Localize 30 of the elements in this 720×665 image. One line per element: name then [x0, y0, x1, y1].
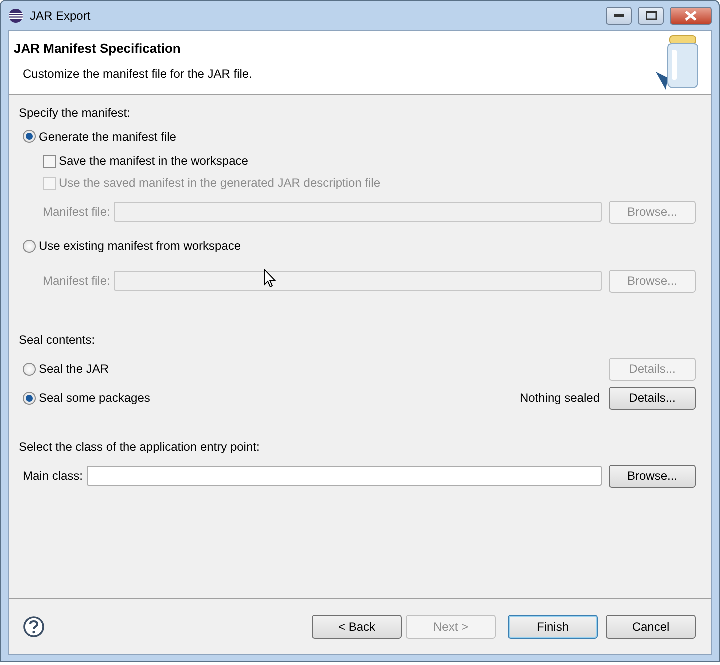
radio-button[interactable]: Seal some packages [23, 389, 150, 407]
checkbox[interactable]: Save the manifest in the workspace [43, 152, 248, 170]
radio-button[interactable]: Use existing manifest from workspace [23, 237, 242, 255]
minimize-icon [614, 14, 624, 18]
app-icon [8, 8, 24, 24]
dialog-button[interactable]: Cancel [606, 614, 696, 638]
page-title: JAR Manifest Specification [14, 40, 182, 58]
main-class-field[interactable] [87, 466, 602, 486]
dialog-button[interactable]: Finish [508, 614, 598, 638]
help-icon[interactable] [23, 616, 45, 638]
dialog-button[interactable]: < Back [312, 614, 402, 638]
maximize-icon [646, 11, 656, 20]
section-label: Select the class of the application entry point: [19, 439, 260, 456]
browse-button[interactable]: Browse... [609, 464, 696, 488]
field-label: Main class: [23, 468, 84, 485]
mouse-cursor-icon [264, 269, 276, 288]
radio-button[interactable]: Generate the manifest file [23, 128, 176, 146]
window-title: JAR Export [30, 8, 91, 24]
details-button[interactable]: Details... [609, 386, 696, 410]
section-label: Specify the manifest: [19, 105, 130, 122]
maximize-button[interactable] [638, 6, 664, 24]
minimize-button[interactable] [606, 6, 632, 24]
field-label: Manifest file: [43, 204, 110, 221]
field-label: Manifest file: [43, 273, 110, 290]
close-button[interactable] [670, 6, 712, 24]
section-label: Seal contents: [19, 332, 96, 349]
radio-button[interactable]: Seal the JAR [23, 360, 110, 378]
status-text: Nothing sealed [520, 390, 600, 407]
page-description: Customize the manifest file for the JAR file. [23, 66, 254, 82]
close-icon [685, 10, 697, 20]
